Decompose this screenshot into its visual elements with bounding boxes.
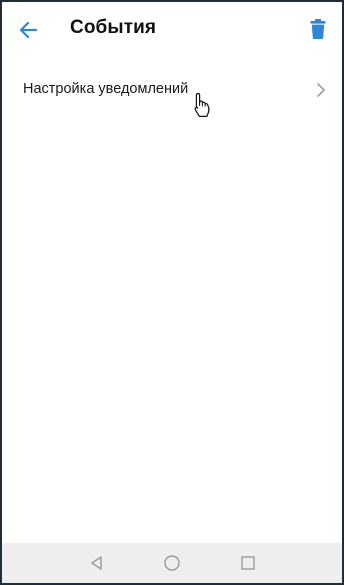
app-window: События Настройка уведомлений bbox=[0, 0, 344, 585]
nav-back-icon bbox=[91, 556, 102, 570]
system-home-button[interactable] bbox=[162, 553, 182, 573]
settings-list: Настройка уведомлений bbox=[2, 64, 342, 116]
system-navigation-bar bbox=[2, 543, 342, 583]
trash-icon bbox=[310, 19, 326, 39]
list-item-label: Настройка уведомлений bbox=[23, 81, 189, 97]
arrow-back-icon bbox=[19, 21, 38, 39]
chevron-right-icon bbox=[317, 83, 325, 97]
system-recents-button[interactable] bbox=[238, 553, 258, 573]
list-item-notification-settings[interactable]: Настройка уведомлений bbox=[2, 64, 342, 116]
nav-recents-icon bbox=[241, 556, 255, 570]
system-back-button[interactable] bbox=[87, 553, 107, 573]
hand-pointer-cursor-icon bbox=[194, 92, 210, 117]
back-button[interactable] bbox=[12, 15, 44, 45]
page-title: События bbox=[70, 17, 157, 38]
nav-home-icon bbox=[164, 555, 180, 571]
app-bar: События bbox=[2, 2, 342, 58]
delete-button[interactable] bbox=[302, 13, 334, 45]
